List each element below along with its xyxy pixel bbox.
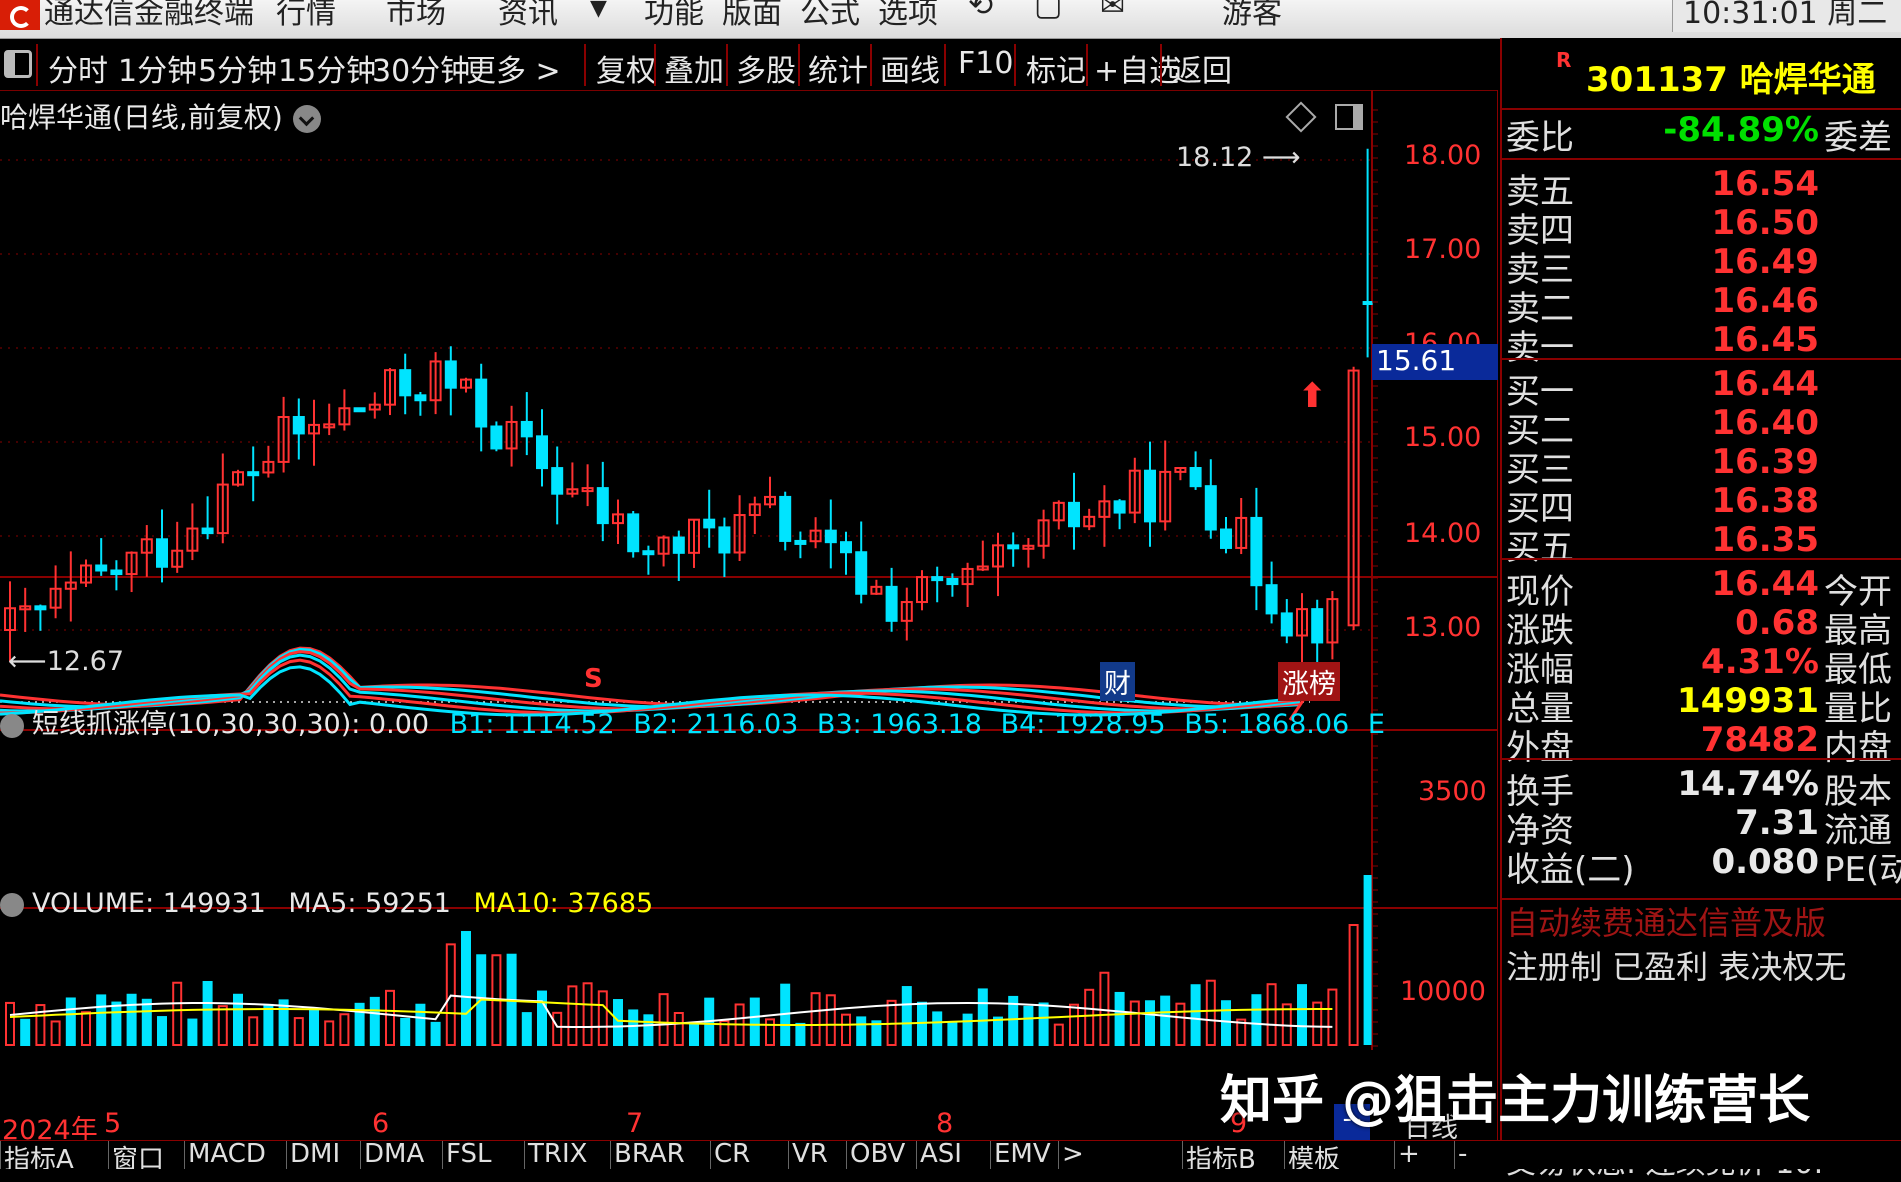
date-axis-m7: 7 <box>626 1108 644 1139</box>
kline-title[interactable]: 哈焊华通(日线,前复权) <box>0 96 321 136</box>
save-icon[interactable]: ▢ <box>1034 0 1062 23</box>
tab-13[interactable]: > <box>1062 1141 1084 1169</box>
layout-toggle-icon[interactable] <box>4 50 32 78</box>
price-tick-18: 18.00 <box>1404 140 1482 171</box>
price-tick-17: 17.00 <box>1404 234 1482 265</box>
tab-17[interactable]: - <box>1458 1141 1467 1169</box>
tab-7[interactable]: BRAR <box>614 1141 685 1169</box>
renew-notice[interactable]: 自动续费通达信普及版 <box>1506 898 1826 944</box>
date-axis-m8: 8 <box>936 1108 954 1139</box>
price-tick-14: 14.00 <box>1404 518 1482 549</box>
menu-gongshi[interactable]: 公式 <box>800 0 860 32</box>
period-1min[interactable]: 1分钟 <box>118 46 197 90</box>
tab-4[interactable]: DMA <box>364 1141 424 1169</box>
tab-14[interactable]: 指标B <box>1186 1141 1256 1169</box>
weibi-row: 委比 -84.89% 委差 <box>1506 110 1892 158</box>
chevron-down-icon[interactable] <box>292 105 321 133</box>
user-label[interactable]: 游客 <box>1222 0 1282 32</box>
chart-toolbar: 分时 1分钟 5分钟 15分钟 30分钟 更多 > 复权 叠加 多股 统计 画线… <box>0 40 1498 91</box>
event-tag-zhangbang[interactable]: 涨榜 <box>1278 662 1340 701</box>
price-tick-15: 15.00 <box>1404 422 1482 453</box>
quote-panel: R 301137 哈焊华通 委比 -84.89% 委差 卖五 16.54 卖四 16.… <box>1500 38 1901 1181</box>
btn-add-watchlist[interactable]: +自选 <box>1094 46 1179 90</box>
stock-tags: 注册制 已盈利 表决权无 <box>1506 948 1847 986</box>
tab-9[interactable]: VR <box>792 1141 828 1169</box>
high-price-marker: 18.12 ⟶ <box>1176 142 1301 173</box>
weibi-value: -84.89% <box>1663 110 1819 150</box>
period-fenshi[interactable]: 分时 <box>48 46 108 90</box>
menu-hangqing[interactable]: 行情 <box>276 0 336 32</box>
tab-1[interactable]: 窗口 <box>112 1141 164 1169</box>
tab-8[interactable]: CR <box>714 1141 750 1169</box>
kline-title-text: 哈焊华通(日线,前复权) <box>0 101 283 134</box>
btn-huaxian[interactable]: 画线 <box>880 46 940 90</box>
tab-5[interactable]: FSL <box>446 1141 492 1169</box>
period-15min[interactable]: 15分钟 <box>278 46 376 90</box>
b5-value: B5: 1868.06 <box>1184 709 1350 740</box>
menu-xuanxiang[interactable]: 选项 <box>878 0 938 32</box>
watermark: 知乎 @狙击主力训练营长 <box>1220 1071 1811 1131</box>
low-price-marker: ⟵12.67 <box>8 646 125 677</box>
event-tag-cai[interactable]: 财 <box>1100 662 1135 701</box>
tab-10[interactable]: OBV <box>850 1141 905 1169</box>
indicator-title[interactable]: 短线抓涨停(10,30,30,30): 0.00 B1: 1114.52 B2:… <box>0 702 1385 741</box>
chart-canvas[interactable] <box>0 90 1498 1140</box>
tab-3[interactable]: DMI <box>290 1141 340 1169</box>
date-axis-m5: 5 <box>104 1108 122 1139</box>
app-name: 通达信金融终端 <box>44 0 254 31</box>
tab-2[interactable]: MACD <box>188 1141 266 1169</box>
menu-gongneng[interactable]: 功能 <box>644 0 704 32</box>
tab-0[interactable]: 指标A <box>4 1141 74 1169</box>
b2-value: B2: 2116.03 <box>633 709 799 740</box>
btn-f10[interactable]: F10 <box>958 46 1013 81</box>
b4-value: B4: 1928.95 <box>1000 709 1166 740</box>
stock-code-name: R 301137 哈焊华通 <box>1556 48 1876 100</box>
tab-6[interactable]: TRIX <box>528 1141 587 1169</box>
price-tick-13: 13.00 <box>1404 612 1482 643</box>
tab-12[interactable]: EMV <box>994 1141 1051 1169</box>
volume-axis-label: 10000 <box>1400 976 1486 1007</box>
b3-value: B3: 1963.18 <box>816 709 982 740</box>
btn-tongji[interactable]: 统计 <box>808 46 868 90</box>
clock: 10:31:01 周二 <box>1672 0 1901 32</box>
period-more[interactable]: 更多 > <box>466 46 561 90</box>
indicator-tabs: 指标A 窗口 MACD DMI DMA FSL TRIX BRAR CR VR OBV ASI EMV >… <box>0 1140 1901 1169</box>
stock-terminal-window: 通达信金融终端 行情 市场 资讯 ▼ 功能 版面 公式 选项 ⟲ ▢ ✉ 游客 … <box>0 0 1901 1181</box>
menu-shichang[interactable]: 市场 <box>386 0 446 32</box>
stats2-row: 收益(二) 0.080 PE(动 <box>1506 842 1901 890</box>
btn-duogu[interactable]: 多股 <box>736 46 796 90</box>
event-tag-s[interactable]: S <box>584 664 603 694</box>
mail-icon[interactable]: ✉ <box>1100 0 1125 23</box>
dropdown-chevron-icon[interactable]: ▼ <box>590 0 607 21</box>
tab-16[interactable]: + <box>1398 1141 1420 1169</box>
menu-banmian[interactable]: 版面 <box>722 0 782 32</box>
btn-fuquan[interactable]: 复权 <box>596 46 656 90</box>
chevron-down-icon[interactable] <box>0 713 24 738</box>
b1-value: B1: 1114.52 <box>449 709 615 740</box>
period-5min[interactable]: 5分钟 <box>198 46 277 90</box>
tab-11[interactable]: ASI <box>920 1141 962 1169</box>
refresh-icon[interactable]: ⟲ <box>968 0 993 23</box>
btn-diejia[interactable]: 叠加 <box>664 46 724 90</box>
date-axis-m6: 6 <box>372 1108 390 1139</box>
app-logo-icon <box>0 0 40 30</box>
period-30min[interactable]: 30分钟 <box>372 46 470 90</box>
up-arrow-icon: ⬆ <box>1298 376 1327 416</box>
indicator-axis-label: 3500 <box>1418 776 1487 807</box>
panel-toggle-icon[interactable] <box>1335 104 1363 130</box>
btn-biaoji[interactable]: 标记 <box>1026 46 1086 90</box>
current-price-tag: 15.61 <box>1372 344 1498 380</box>
menu-zixun[interactable]: 资讯 <box>498 0 558 32</box>
btn-back[interactable]: 返回 <box>1172 46 1232 90</box>
volume-title[interactable]: VOLUME: 149931 MA5: 59251 MA10: 37685 <box>0 888 653 919</box>
tab-15[interactable]: 模板 <box>1288 1141 1340 1169</box>
chevron-down-icon[interactable] <box>0 892 24 917</box>
candlestick-series <box>4 148 1373 673</box>
title-bar: 通达信金融终端 行情 市场 资讯 ▼ 功能 版面 公式 选项 ⟲ ▢ ✉ 游客 … <box>0 0 1901 39</box>
